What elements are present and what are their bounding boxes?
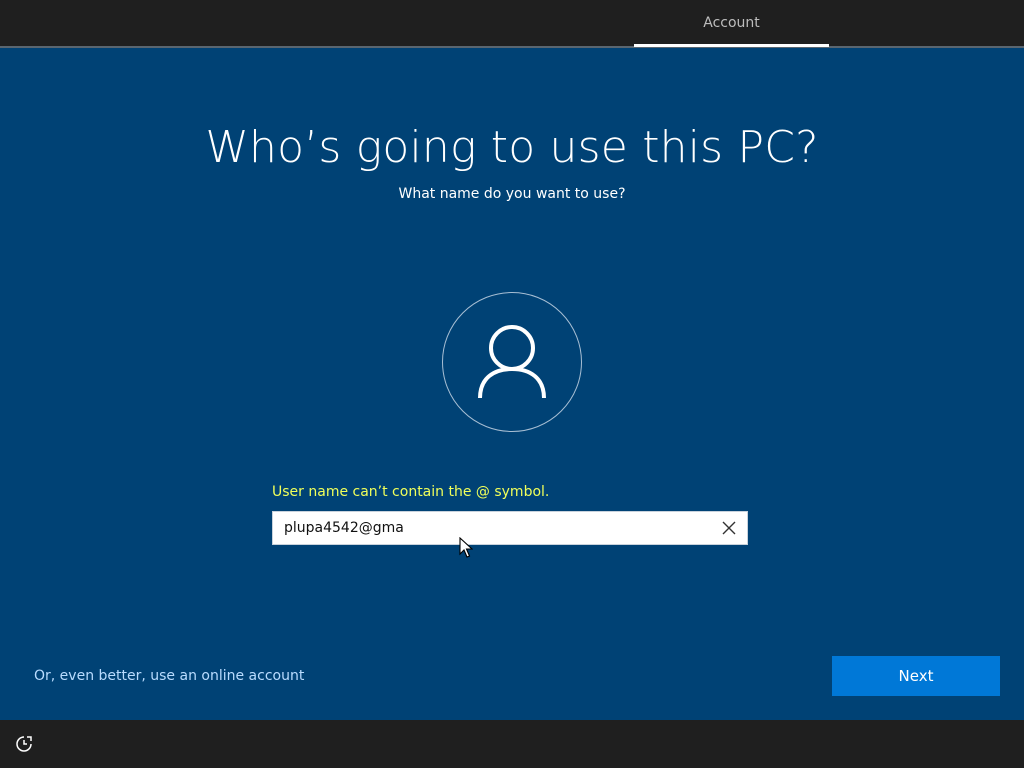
clear-input-button[interactable] <box>719 518 739 538</box>
bottom-bar <box>0 720 1024 768</box>
tab-account-underline <box>634 44 829 47</box>
username-field-container <box>272 511 748 545</box>
user-icon <box>478 325 546 399</box>
username-input[interactable] <box>273 512 713 544</box>
page-title: Who’s going to use this PC? <box>205 122 819 173</box>
page-subtitle: What name do you want to use? <box>398 186 626 202</box>
ease-of-access-button[interactable] <box>14 734 34 754</box>
ease-of-access-icon <box>16 736 32 752</box>
next-button[interactable]: Next <box>832 656 1000 696</box>
mouse-pointer-icon <box>459 537 473 558</box>
validation-error: User name can’t contain the @ symbol. <box>272 484 550 500</box>
close-icon <box>722 521 736 535</box>
top-bar: Account <box>0 0 1024 48</box>
online-account-link[interactable]: Or, even better, use an online account <box>34 668 304 684</box>
avatar <box>442 292 582 432</box>
tab-account: Account <box>703 15 760 31</box>
main-content: Who’s going to use this PC? What name do… <box>0 48 1024 720</box>
oobe-screen: Account Who’s going to use this PC? What… <box>0 0 1024 768</box>
